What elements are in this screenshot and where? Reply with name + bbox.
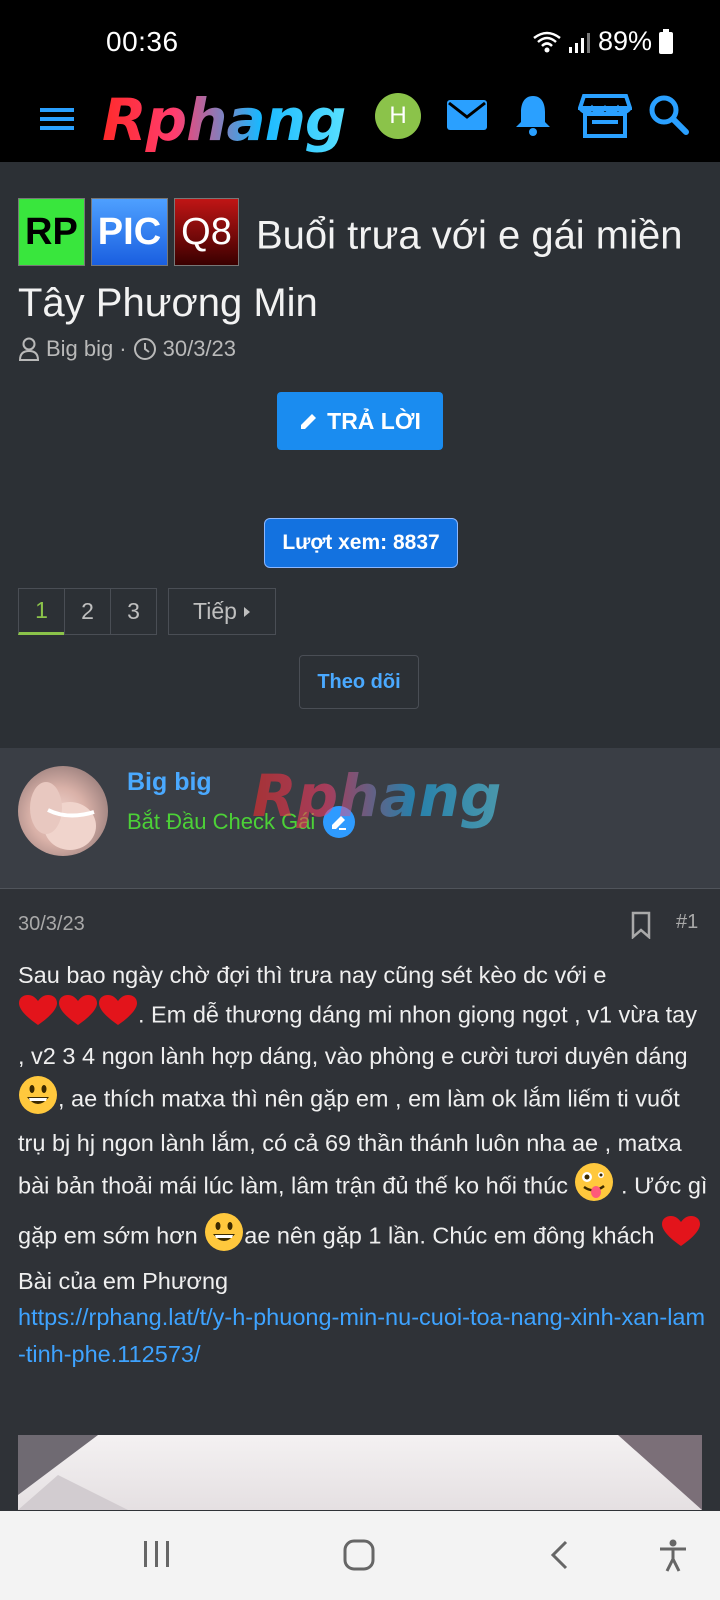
- menu-icon[interactable]: [38, 98, 78, 138]
- avatar-photo: [30, 782, 96, 850]
- prefix-badge[interactable]: Q8: [174, 198, 239, 266]
- thread-header: RP PIC Q8 Buổi trưa với e gái miền Tây Phư…: [0, 162, 720, 748]
- image-content: [18, 1435, 702, 1510]
- user-avatar[interactable]: H: [375, 93, 421, 139]
- status-icons: 89%: [532, 26, 674, 57]
- search-icon[interactable]: [646, 92, 692, 138]
- clock-icon: [133, 338, 156, 360]
- post-body: 30/3/23 #1 Sau bao ngày chờ đợi thì trưa…: [0, 889, 720, 1511]
- system-nav-bar: [0, 1511, 720, 1600]
- user-icon: [18, 337, 40, 361]
- post-number[interactable]: #1: [676, 911, 698, 934]
- site-logo[interactable]: Rphang: [102, 86, 346, 154]
- post-image[interactable]: [18, 1435, 702, 1510]
- author-avatar[interactable]: [18, 766, 108, 856]
- zany-emoji-icon: [574, 1162, 614, 1213]
- home-icon[interactable]: [342, 1539, 376, 1571]
- page-link[interactable]: 2: [64, 588, 111, 635]
- pencil-icon: [301, 414, 317, 429]
- heart-emoji-icon: [18, 994, 138, 1039]
- page-link[interactable]: 1: [18, 588, 65, 635]
- app-header: Rphang H: [0, 80, 720, 163]
- post-content: Sau bao ngày chờ đợi thì trưa nay cũng s…: [18, 957, 708, 1372]
- next-page-button[interactable]: Tiếp: [168, 588, 276, 635]
- battery-percent: 89%: [597, 26, 652, 56]
- thread-title: RP PIC Q8 Buổi trưa với e gái miền Tây Phư…: [18, 198, 708, 334]
- bookmark-icon[interactable]: [628, 911, 654, 939]
- battery-icon: [659, 28, 673, 54]
- status-bar: 00:36 89%: [0, 0, 720, 80]
- clock: 00:36: [106, 26, 179, 57]
- reply-button[interactable]: TRẢ LỜI: [277, 392, 443, 450]
- thread-date[interactable]: 30/3/23: [163, 336, 236, 362]
- follow-button[interactable]: Theo dõi: [299, 655, 419, 709]
- caret-right-icon: [243, 606, 250, 617]
- post-date[interactable]: 30/3/23: [18, 913, 85, 936]
- signal-icon: [568, 32, 590, 53]
- thread-author[interactable]: Big big: [46, 336, 113, 362]
- heart-emoji-icon: [661, 1215, 701, 1260]
- page-link[interactable]: 3: [110, 588, 157, 635]
- author-name[interactable]: Big big: [127, 768, 212, 797]
- post-author-block: Big big Bắt Đầu Check Gái Rphang: [0, 748, 720, 889]
- pagination: 1 2 3 Tiếp: [18, 588, 276, 635]
- logo-watermark: Rphang: [252, 762, 502, 830]
- thread-meta: Big big · 30/3/23: [18, 336, 236, 362]
- prefix-badge[interactable]: RP: [18, 198, 85, 266]
- grin-emoji-icon: [18, 1075, 58, 1126]
- post-text: ae nên gặp 1 lần. Chúc em đông khách: [244, 1222, 662, 1249]
- mail-icon[interactable]: [444, 92, 490, 138]
- wifi-icon: [533, 31, 561, 52]
- store-icon[interactable]: [578, 92, 632, 138]
- view-count-badge: Lượt xem: 8837: [264, 518, 458, 568]
- grin-emoji-icon: [204, 1212, 244, 1263]
- back-icon[interactable]: [548, 1539, 572, 1571]
- post-text: Sau bao ngày chờ đợi thì trưa nay cũng s…: [18, 962, 607, 988]
- post-text: Bài của em Phương: [18, 1267, 229, 1294]
- bell-icon[interactable]: [510, 92, 556, 138]
- recent-apps-icon[interactable]: [140, 1539, 174, 1569]
- accessibility-icon[interactable]: [658, 1539, 688, 1573]
- meta-separator: ·: [119, 336, 127, 361]
- next-label: Tiếp: [193, 598, 237, 624]
- post-link[interactable]: https://rphang.lat/t/y-h-phuong-min-nu-c…: [18, 1304, 705, 1367]
- reply-label: TRẢ LỜI: [327, 407, 421, 434]
- prefix-badge[interactable]: PIC: [90, 198, 169, 266]
